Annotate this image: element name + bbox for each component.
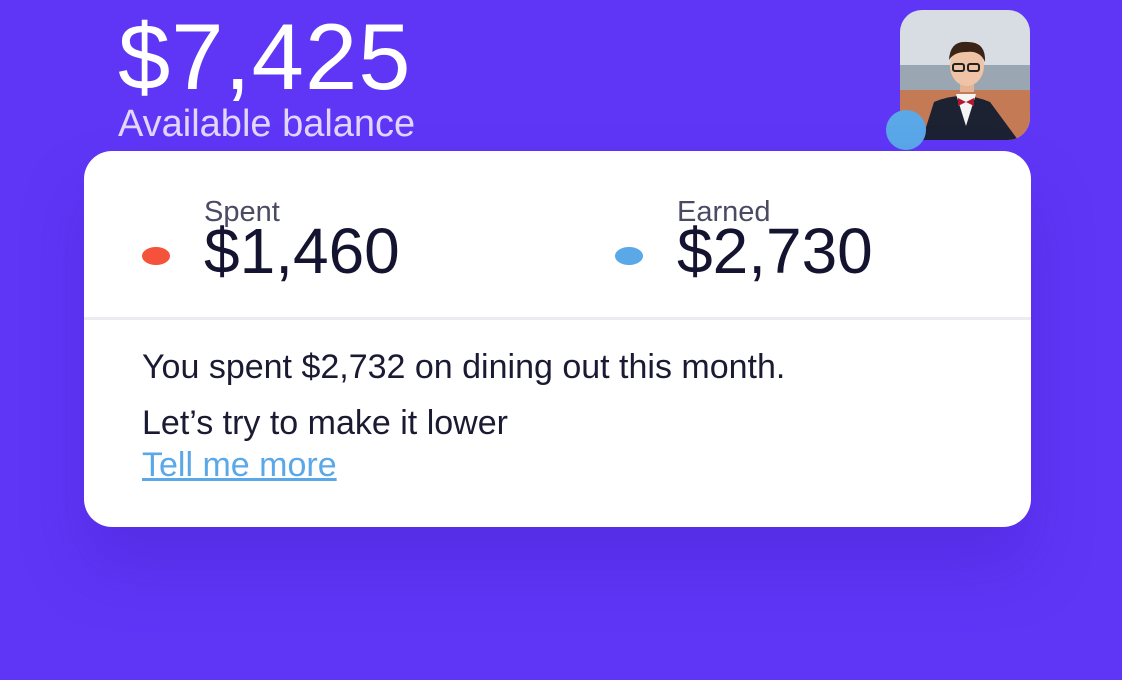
status-dot <box>886 110 926 150</box>
balance-label: Available balance <box>118 103 416 145</box>
insight-message: You spent $2,732 on dining out this mont… <box>142 348 786 386</box>
earned-value: $2,730 <box>677 215 873 287</box>
insight-suggestion: Let’s try to make it lower <box>142 404 508 442</box>
balance-amount: $7,425 <box>118 4 412 109</box>
spent-indicator <box>142 247 170 265</box>
summary-card: Spent $1,460 Earned $2,730 You spent $2,… <box>84 151 1031 527</box>
spent-value: $1,460 <box>204 215 400 287</box>
tell-me-more-link[interactable]: Tell me more <box>142 443 337 487</box>
earned-indicator <box>615 247 643 265</box>
divider <box>84 317 1031 320</box>
